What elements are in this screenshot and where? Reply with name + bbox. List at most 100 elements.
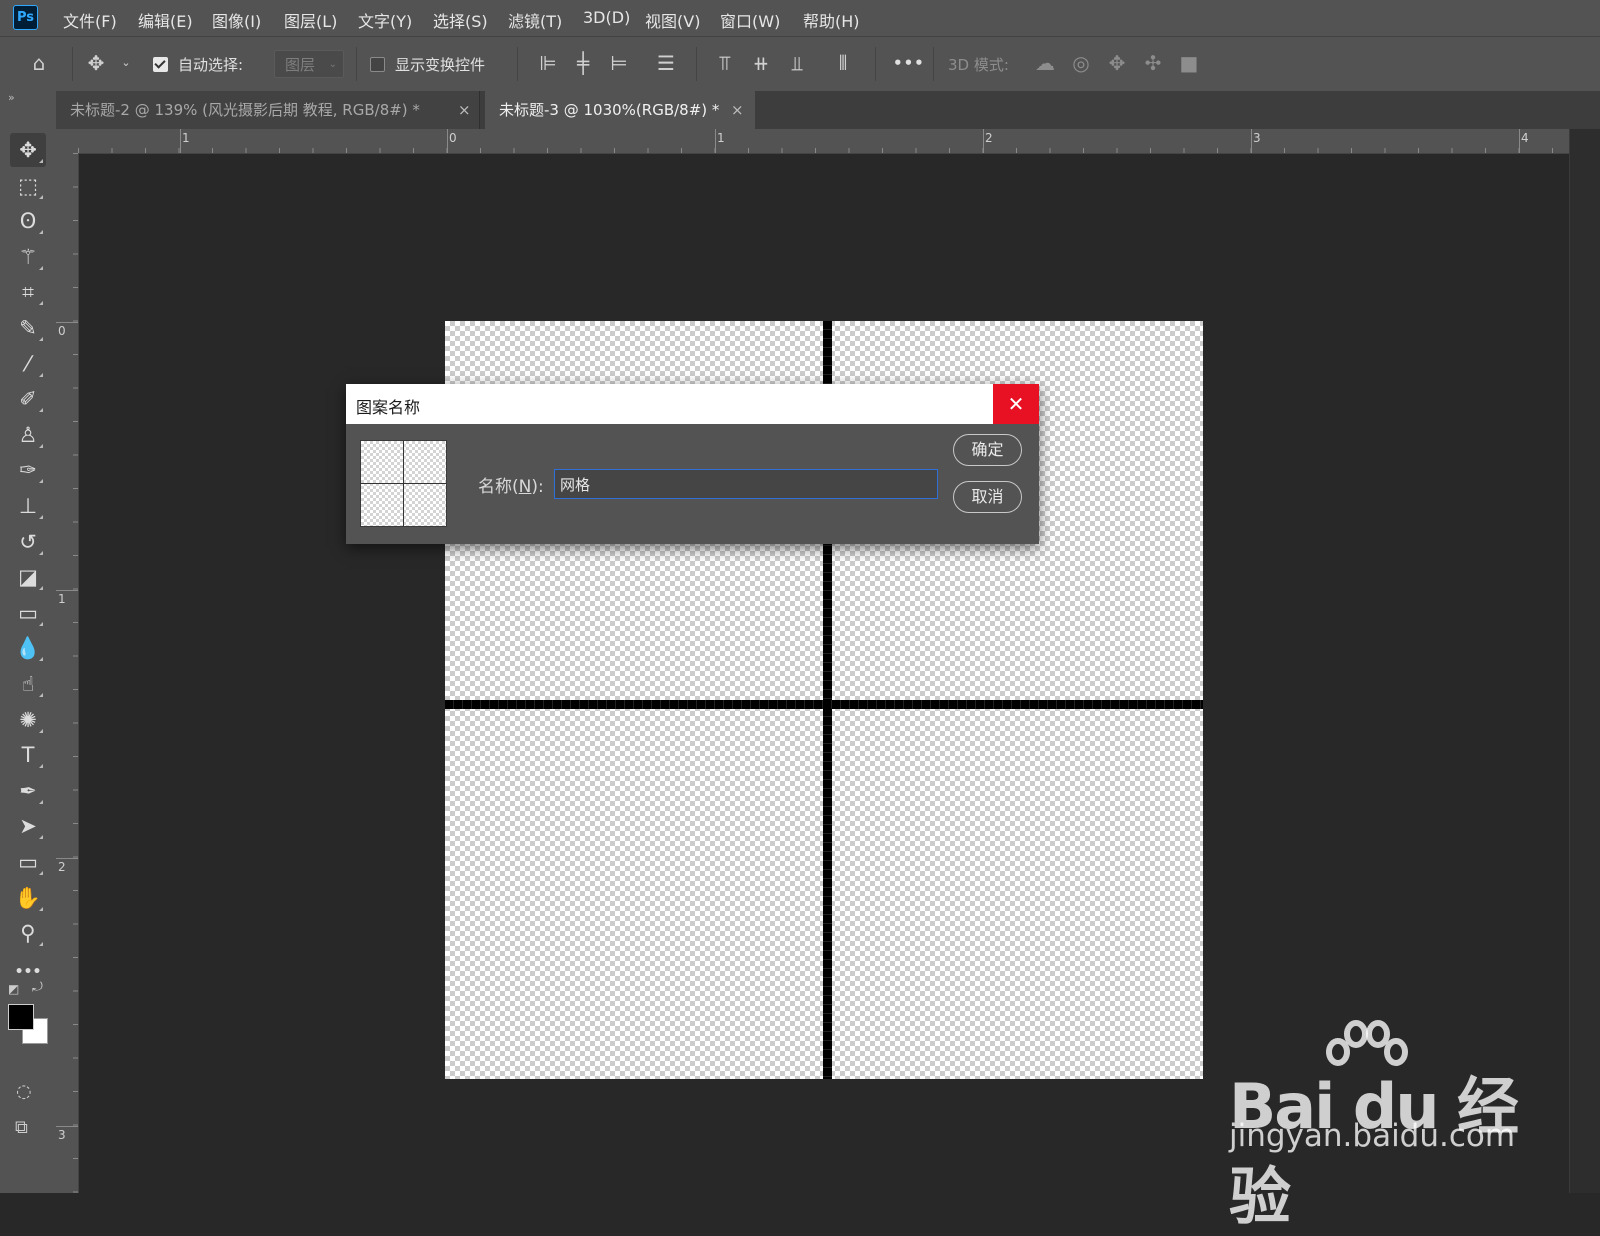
ruler-label: 2 bbox=[58, 860, 66, 874]
healing-brush-tool[interactable]: ⁄ bbox=[10, 347, 46, 381]
right-panel-strip bbox=[1569, 129, 1600, 1193]
collapse-arrows-icon[interactable]: » bbox=[8, 91, 15, 104]
separator bbox=[517, 47, 518, 81]
rectangle-tool[interactable]: ▭ bbox=[10, 845, 46, 879]
swap-colors-icon[interactable]: ⤾ bbox=[32, 980, 43, 995]
home-icon[interactable]: ⌂ bbox=[26, 52, 52, 74]
dialog-close-button[interactable]: ✕ bbox=[993, 384, 1039, 424]
menu-view[interactable]: 视图(V) bbox=[645, 8, 700, 32]
tab-close-icon[interactable]: × bbox=[731, 91, 744, 129]
tool-group-corner bbox=[39, 230, 43, 235]
toolbar-header: » bbox=[0, 91, 56, 129]
history-brush-tool[interactable]: ↺ bbox=[10, 525, 46, 559]
pattern-preview bbox=[360, 440, 447, 527]
menu-select[interactable]: 选择(S) bbox=[433, 8, 488, 32]
preview-grid-line bbox=[361, 483, 446, 484]
eyedropper-tool[interactable]: ✎ bbox=[10, 311, 46, 345]
tab-document-2[interactable]: 未标题-2 @ 139% (风光摄影后期 教程, RGB/8#) * × bbox=[56, 91, 480, 129]
menu-edit[interactable]: 编辑(E) bbox=[138, 8, 193, 32]
move-tool-icon[interactable]: ✥ bbox=[83, 52, 109, 74]
show-transform-label: 显示变换控件 bbox=[395, 56, 486, 74]
ok-button[interactable]: 确定 bbox=[953, 434, 1022, 466]
tool-group-corner bbox=[39, 159, 43, 163]
sponge-tool[interactable]: ✺ bbox=[10, 703, 46, 737]
zoom-icon: ⚲ bbox=[20, 921, 36, 946]
ruler-major-tick bbox=[56, 858, 78, 859]
3d-mode-label: 3D 模式: bbox=[948, 56, 1009, 74]
rectangle-icon: ▭ bbox=[18, 850, 38, 874]
align-top-icon[interactable]: ⫪ bbox=[712, 52, 738, 74]
close-icon: ✕ bbox=[1007, 392, 1025, 416]
tab-title: 未标题-2 @ 139% (风光摄影后期 教程, RGB/8#) * bbox=[70, 101, 420, 119]
brush-tool[interactable]: ✐ bbox=[10, 382, 46, 416]
blur-tool[interactable]: 💧 bbox=[10, 631, 46, 665]
cancel-button[interactable]: 取消 bbox=[953, 481, 1022, 513]
foreground-color-swatch[interactable] bbox=[8, 1004, 34, 1030]
pen-tool[interactable]: ✒ bbox=[10, 774, 46, 808]
zoom-tool[interactable]: ⚲ bbox=[10, 916, 46, 950]
eraser-icon: ◪ bbox=[18, 565, 38, 590]
horizontal-ruler[interactable]: 1 0 1 2 3 4 bbox=[78, 129, 1600, 154]
menu-help[interactable]: 帮助(H) bbox=[803, 8, 860, 32]
more-options-button[interactable]: ••• bbox=[893, 54, 925, 72]
hand-tool[interactable]: ✋ bbox=[10, 881, 46, 915]
menu-type[interactable]: 文字(Y) bbox=[358, 8, 412, 32]
path-selection-tool[interactable]: ➤ bbox=[10, 809, 46, 843]
gradient-tool[interactable]: ▭ bbox=[10, 596, 46, 630]
lasso-tool[interactable]: ʘ bbox=[10, 204, 46, 238]
eraser-tool[interactable]: ◪ bbox=[10, 560, 46, 594]
marquee-tool[interactable]: ⬚ bbox=[10, 169, 46, 203]
history-brush-icon: ↺ bbox=[19, 529, 37, 554]
menu-layer[interactable]: 图层(L) bbox=[284, 8, 337, 32]
move-icon: ✥ bbox=[19, 138, 37, 162]
stamp-tool[interactable]: ⊥ bbox=[10, 489, 46, 523]
crop-icon: ⌗ bbox=[22, 280, 34, 305]
distribute-horizontal-icon[interactable]: ⦀ bbox=[830, 52, 856, 74]
tool-group-corner bbox=[39, 479, 43, 484]
smudge-tool[interactable]: ☝ bbox=[10, 667, 46, 701]
menu-file[interactable]: 文件(F) bbox=[63, 8, 117, 32]
blur-icon: 💧 bbox=[14, 636, 42, 661]
dialog-titlebar[interactable]: 图案名称 ✕ bbox=[346, 384, 1039, 424]
dialog-title: 图案名称 bbox=[356, 398, 421, 417]
tab-close-icon[interactable]: × bbox=[458, 91, 471, 129]
type-tool[interactable]: T bbox=[10, 738, 46, 772]
ruler-label: 1 bbox=[182, 131, 190, 145]
tab-document-3[interactable]: 未标题-3 @ 1030%(RGB/8#) * × bbox=[485, 91, 755, 129]
align-horizontal-center-icon[interactable]: ╪ bbox=[570, 52, 596, 74]
3d-pan-icon: ✥ bbox=[1108, 51, 1126, 75]
align-bottom-icon[interactable]: ⫫ bbox=[784, 52, 810, 74]
align-right-icon[interactable]: ⊨ bbox=[606, 52, 632, 74]
default-colors-icon[interactable]: ◩ bbox=[8, 982, 19, 996]
3d-orbit-icon: ☁ bbox=[1035, 51, 1055, 75]
vertical-ruler[interactable]: 0 1 2 3 bbox=[56, 153, 79, 1193]
align-left-icon[interactable]: ⊫ bbox=[535, 52, 561, 74]
stamp-icon: ⊥ bbox=[18, 494, 38, 518]
ruler-minor-ticks bbox=[73, 153, 78, 1193]
ruler-origin[interactable] bbox=[56, 129, 78, 153]
move-tool[interactable]: ✥ bbox=[10, 133, 46, 167]
show-transform-checkbox[interactable] bbox=[370, 57, 385, 72]
crop-tool[interactable]: ⌗ bbox=[10, 275, 46, 309]
3d-camera-icon: ■ bbox=[1179, 51, 1199, 75]
mixer-brush-tool[interactable]: ✑ bbox=[10, 453, 46, 487]
magic-wand-icon: ⚚ bbox=[18, 244, 38, 269]
menu-filter[interactable]: 滤镜(T) bbox=[508, 8, 562, 32]
align-vertical-center-icon[interactable]: ⧺ bbox=[748, 52, 774, 74]
lasso-icon: ʘ bbox=[19, 209, 37, 234]
auto-select-checkbox[interactable] bbox=[153, 57, 168, 72]
tab-title: 未标题-3 @ 1030%(RGB/8#) * bbox=[499, 101, 720, 119]
pattern-name-input[interactable] bbox=[554, 469, 938, 499]
screen-mode-icon[interactable]: ⧉ bbox=[15, 1117, 28, 1138]
tool-group-corner bbox=[39, 301, 43, 306]
quick-mask-icon[interactable]: ◌ bbox=[16, 1081, 32, 1102]
distribute-vertical-icon[interactable]: ☰ bbox=[653, 52, 679, 74]
magic-wand-tool[interactable]: ⚚ bbox=[10, 240, 46, 274]
clone-stamp-tool[interactable]: ♙ bbox=[10, 418, 46, 452]
menu-image[interactable]: 图像(I) bbox=[212, 8, 261, 32]
auto-select-target-dropdown[interactable]: 图层 ⌄ bbox=[274, 50, 344, 78]
menu-3d[interactable]: 3D(D) bbox=[583, 8, 630, 27]
tool-preset-chevron-down-icon[interactable]: ⌄ bbox=[113, 52, 139, 74]
ruler-major-tick bbox=[983, 129, 984, 153]
menu-window[interactable]: 窗口(W) bbox=[720, 8, 780, 32]
